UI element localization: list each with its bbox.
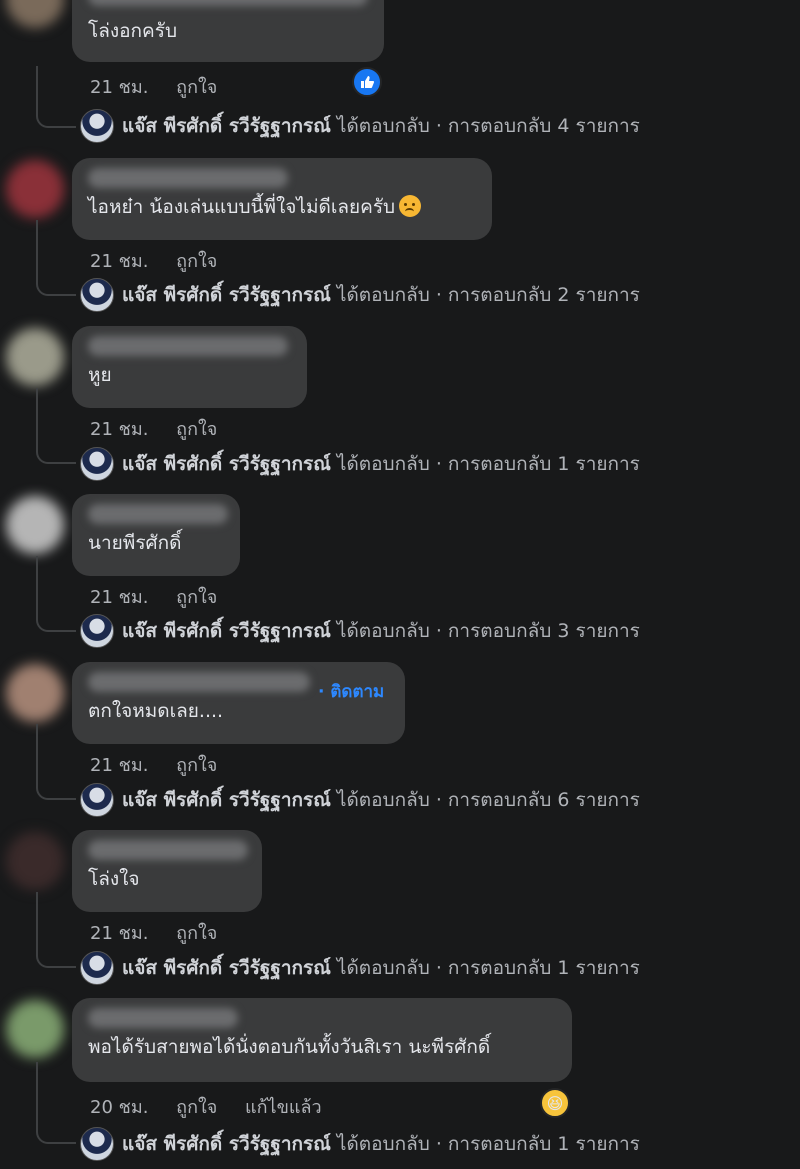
- reply-connector: [36, 220, 76, 296]
- reply-author-name: แจ๊ส พีรศักดิ์ รวีรัฐฐากรณ์: [122, 453, 331, 475]
- comment-bubble: พอได้รับสายพอได้นั่งตอบกันทั้งวันสิเรา น…: [72, 998, 572, 1082]
- commenter-name-blurred[interactable]: [88, 504, 228, 524]
- commenter-avatar[interactable]: [6, 496, 64, 554]
- comment-meta: 21 ชม. ถูกใจ: [90, 918, 239, 947]
- reply-summary: ได้ตอบกลับ · การตอบกลับ 6 รายการ: [336, 789, 640, 811]
- reply-connector: [36, 892, 76, 968]
- view-replies-link[interactable]: แจ๊ส พีรศักดิ์ รวีรัฐฐากรณ์ ได้ตอบกลับ ·…: [80, 782, 640, 818]
- reply-author-name: แจ๊ส พีรศักดิ์ รวีรัฐฐากรณ์: [122, 115, 331, 137]
- like-link[interactable]: ถูกใจ: [176, 587, 217, 608]
- follow-link[interactable]: · ติดตาม: [318, 678, 384, 705]
- comment-bubble: ไอหย๋า น้องเล่นแบบนี้พี่ใจไม่ดีเลยครับ: [72, 158, 492, 240]
- comment-meta: 21 ชม. ถูกใจ: [90, 750, 239, 779]
- commenter-avatar[interactable]: [6, 832, 64, 890]
- commenter-name-blurred[interactable]: [88, 672, 310, 692]
- comment-meta: 21 ชม. ถูกใจ: [90, 414, 239, 443]
- like-link[interactable]: ถูกใจ: [176, 77, 217, 98]
- haha-reaction-icon[interactable]: 😆: [540, 1088, 570, 1118]
- reply-author-name: แจ๊ส พีรศักดิ์ รวีรัฐฐากรณ์: [122, 789, 331, 811]
- comment-meta: 20 ชม. ถูกใจ แก้ไขแล้ว: [90, 1092, 344, 1121]
- comment-text: นายพีรศักดิ์: [88, 532, 182, 554]
- comment-text: โล่งใจ: [88, 868, 140, 890]
- reply-summary: ได้ตอบกลับ · การตอบกลับ 1 รายการ: [336, 453, 640, 475]
- reply-summary: ได้ตอบกลับ · การตอบกลับ 1 รายการ: [336, 957, 640, 979]
- like-link[interactable]: ถูกใจ: [176, 923, 217, 944]
- reply-connector: [36, 556, 76, 632]
- like-reaction-icon[interactable]: [352, 67, 382, 97]
- comment-bubble: หูย: [72, 326, 307, 408]
- comment-text: ไอหย๋า น้องเล่นแบบนี้พี่ใจไม่ดีเลยครับ: [88, 194, 476, 220]
- view-replies-link[interactable]: แจ๊ส พีรศักดิ์ รวีรัฐฐากรณ์ ได้ตอบกลับ ·…: [80, 950, 640, 986]
- comment-bubble: โล่งอกครับ: [72, 0, 384, 62]
- like-link[interactable]: ถูกใจ: [176, 251, 217, 272]
- commenter-avatar[interactable]: [6, 160, 64, 218]
- sad-emoji-icon: [399, 195, 422, 217]
- reply-author-avatar: [80, 447, 114, 481]
- commenter-avatar[interactable]: [6, 328, 64, 386]
- comment-bubble: · ติดตาม ตกใจหมดเลย....: [72, 662, 405, 744]
- commenter-avatar[interactable]: [6, 0, 64, 28]
- comment-bubble: นายพีรศักดิ์: [72, 494, 240, 576]
- comment-timestamp[interactable]: 21 ชม.: [90, 251, 148, 272]
- reply-author-avatar: [80, 109, 114, 143]
- reply-author-avatar: [80, 278, 114, 312]
- comment-meta: 21 ชม. ถูกใจ: [90, 72, 239, 101]
- comment-timestamp[interactable]: 21 ชม.: [90, 77, 148, 98]
- comment-text: โล่งอกครับ: [88, 20, 178, 42]
- comment-bubble: โล่งใจ: [72, 830, 262, 912]
- commenter-name-blurred[interactable]: [88, 336, 288, 356]
- like-link[interactable]: ถูกใจ: [176, 419, 217, 440]
- reply-summary: ได้ตอบกลับ · การตอบกลับ 4 รายการ: [336, 115, 640, 137]
- like-link[interactable]: ถูกใจ: [176, 1097, 217, 1118]
- comment-text: หูย: [88, 364, 112, 386]
- commenter-name-blurred[interactable]: [88, 840, 248, 860]
- reply-connector: [36, 66, 76, 128]
- edited-label: แก้ไขแล้ว: [245, 1097, 322, 1118]
- reply-author-avatar: [80, 951, 114, 985]
- commenter-avatar[interactable]: [6, 1000, 64, 1058]
- view-replies-link[interactable]: แจ๊ส พีรศักดิ์ รวีรัฐฐากรณ์ ได้ตอบกลับ ·…: [80, 1126, 640, 1162]
- reply-author-name: แจ๊ส พีรศักดิ์ รวีรัฐฐากรณ์: [122, 620, 331, 642]
- reply-author-name: แจ๊ส พีรศักดิ์ รวีรัฐฐากรณ์: [122, 1133, 331, 1155]
- view-replies-link[interactable]: แจ๊ส พีรศักดิ์ รวีรัฐฐากรณ์ ได้ตอบกลับ ·…: [80, 613, 640, 649]
- reply-connector: [36, 1062, 76, 1144]
- comment-timestamp[interactable]: 21 ชม.: [90, 923, 148, 944]
- reply-author-avatar: [80, 783, 114, 817]
- reply-summary: ได้ตอบกลับ · การตอบกลับ 3 รายการ: [336, 620, 640, 642]
- comment-timestamp[interactable]: 21 ชม.: [90, 419, 148, 440]
- reply-summary: ได้ตอบกลับ · การตอบกลับ 2 รายการ: [336, 284, 640, 306]
- comment-timestamp[interactable]: 20 ชม.: [90, 1097, 148, 1118]
- commenter-avatar[interactable]: [6, 664, 64, 722]
- view-replies-link[interactable]: แจ๊ส พีรศักดิ์ รวีรัฐฐากรณ์ ได้ตอบกลับ ·…: [80, 277, 640, 313]
- comment-text: พอได้รับสายพอได้นั่งตอบกันทั้งวันสิเรา น…: [88, 1036, 491, 1058]
- reply-author-avatar: [80, 1127, 114, 1161]
- commenter-name-blurred[interactable]: [88, 168, 288, 188]
- reply-author-name: แจ๊ส พีรศักดิ์ รวีรัฐฐากรณ์: [122, 284, 331, 306]
- comment-meta: 21 ชม. ถูกใจ: [90, 582, 239, 611]
- like-link[interactable]: ถูกใจ: [176, 755, 217, 776]
- reply-author-name: แจ๊ส พีรศักดิ์ รวีรัฐฐากรณ์: [122, 957, 331, 979]
- comment-meta: 21 ชม. ถูกใจ: [90, 246, 239, 275]
- commenter-name-blurred[interactable]: [88, 0, 368, 6]
- comment-timestamp[interactable]: 21 ชม.: [90, 755, 148, 776]
- comment-timestamp[interactable]: 21 ชม.: [90, 587, 148, 608]
- reply-connector: [36, 724, 76, 800]
- reply-summary: ได้ตอบกลับ · การตอบกลับ 1 รายการ: [336, 1133, 640, 1155]
- reply-author-avatar: [80, 614, 114, 648]
- reply-connector: [36, 388, 76, 464]
- view-replies-link[interactable]: แจ๊ส พีรศักดิ์ รวีรัฐฐากรณ์ ได้ตอบกลับ ·…: [80, 108, 640, 144]
- view-replies-link[interactable]: แจ๊ส พีรศักดิ์ รวีรัฐฐากรณ์ ได้ตอบกลับ ·…: [80, 446, 640, 482]
- commenter-name-blurred[interactable]: [88, 1008, 238, 1028]
